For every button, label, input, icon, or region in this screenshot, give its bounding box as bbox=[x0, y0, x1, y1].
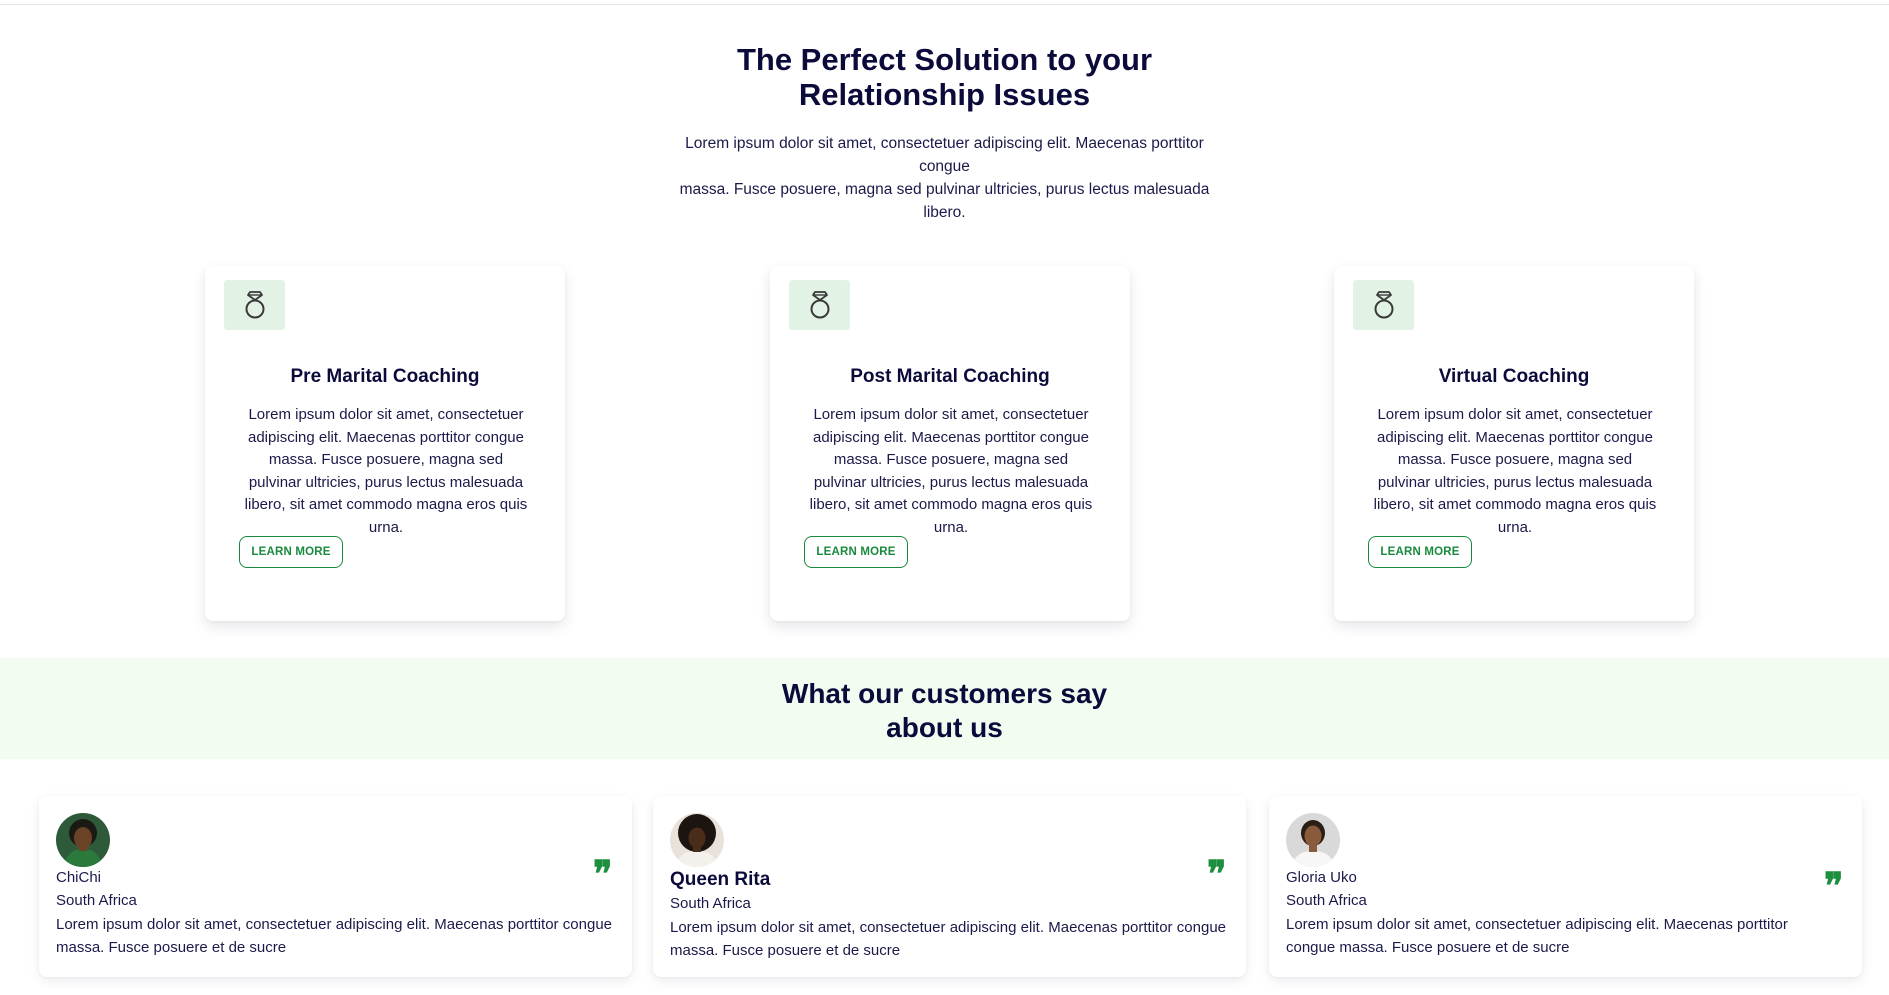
service-description: Lorem ipsum dolor sit amet, consectetuer… bbox=[1373, 406, 1657, 536]
ring-icon bbox=[789, 280, 850, 330]
testimonial-name: Gloria Uko bbox=[1286, 869, 1357, 886]
hero-description-line2: massa. Fusce posuere, magna sed pulvinar… bbox=[679, 181, 1210, 221]
ring-icon-svg bbox=[245, 291, 264, 319]
service-title: Virtual Coaching bbox=[1438, 366, 1590, 387]
testimonial-card: ChiChi South Africa Lorem ipsum dolor si… bbox=[39, 796, 632, 977]
service-card-post-marital: Post Marital Coaching Lorem ipsum dolor … bbox=[770, 266, 1130, 621]
testimonial-location: South Africa bbox=[1286, 892, 1367, 909]
testimonial-card: Queen Rita South Africa Lorem ipsum dolo… bbox=[653, 796, 1246, 977]
service-title: Post Marital Coaching bbox=[850, 366, 1050, 387]
service-card-virtual: Virtual Coaching Lorem ipsum dolor sit a… bbox=[1334, 266, 1694, 621]
avatar-image bbox=[1286, 813, 1340, 867]
service-card-pre-marital: Pre Marital Coaching Lorem ipsum dolor s… bbox=[205, 266, 565, 621]
testimonials-title: What our customers say about us bbox=[0, 677, 1889, 745]
learn-more-button[interactable]: LEARN MORE bbox=[1368, 536, 1472, 568]
hero-description: Lorem ipsum dolor sit amet, consectetuer… bbox=[660, 132, 1230, 224]
learn-more-button[interactable]: LEARN MORE bbox=[804, 536, 908, 568]
service-description: Lorem ipsum dolor sit amet, consectetuer… bbox=[244, 406, 528, 536]
hero-title-line1: The Perfect Solution to your bbox=[736, 42, 1153, 77]
ring-icon bbox=[1353, 280, 1414, 330]
quote-icon: ❞ bbox=[1824, 865, 1844, 907]
ring-icon bbox=[224, 280, 285, 330]
quote-icon: ❞ bbox=[1207, 853, 1227, 895]
service-title: Pre Marital Coaching bbox=[290, 366, 480, 387]
learn-more-button[interactable]: LEARN MORE bbox=[239, 536, 343, 568]
avatar bbox=[56, 813, 110, 867]
quote-icon: ❞ bbox=[593, 853, 613, 895]
avatar bbox=[670, 813, 724, 867]
testimonials-title-line2: about us bbox=[886, 712, 1003, 743]
testimonial-location: South Africa bbox=[56, 892, 137, 909]
top-divider bbox=[0, 0, 1889, 5]
testimonial-location: South Africa bbox=[670, 895, 751, 912]
hero-title-line2: Relationship Issues bbox=[798, 77, 1091, 112]
testimonial-text: Lorem ipsum dolor sit amet, consectetuer… bbox=[1286, 916, 1788, 956]
avatar-image bbox=[56, 813, 110, 867]
hero-description-line1: Lorem ipsum dolor sit amet, consectetuer… bbox=[685, 135, 1204, 175]
avatar bbox=[1286, 813, 1340, 867]
testimonial-name: Queen Rita bbox=[670, 869, 771, 890]
testimonial-text: Lorem ipsum dolor sit amet, consectetuer… bbox=[670, 919, 1226, 959]
testimonial-text: Lorem ipsum dolor sit amet, consectetuer… bbox=[56, 916, 612, 956]
avatar-image bbox=[670, 813, 724, 867]
hero-section: The Perfect Solution to your Relationshi… bbox=[0, 42, 1889, 224]
testimonials-title-line1: What our customers say bbox=[781, 678, 1108, 709]
ring-icon-svg bbox=[810, 291, 829, 319]
testimonial-card: Gloria Uko South Africa Lorem ipsum dolo… bbox=[1269, 796, 1862, 977]
testimonial-name: ChiChi bbox=[56, 869, 102, 886]
hero-title: The Perfect Solution to your Relationshi… bbox=[665, 42, 1225, 112]
ring-icon-svg bbox=[1374, 291, 1393, 319]
service-description: Lorem ipsum dolor sit amet, consectetuer… bbox=[809, 406, 1093, 536]
